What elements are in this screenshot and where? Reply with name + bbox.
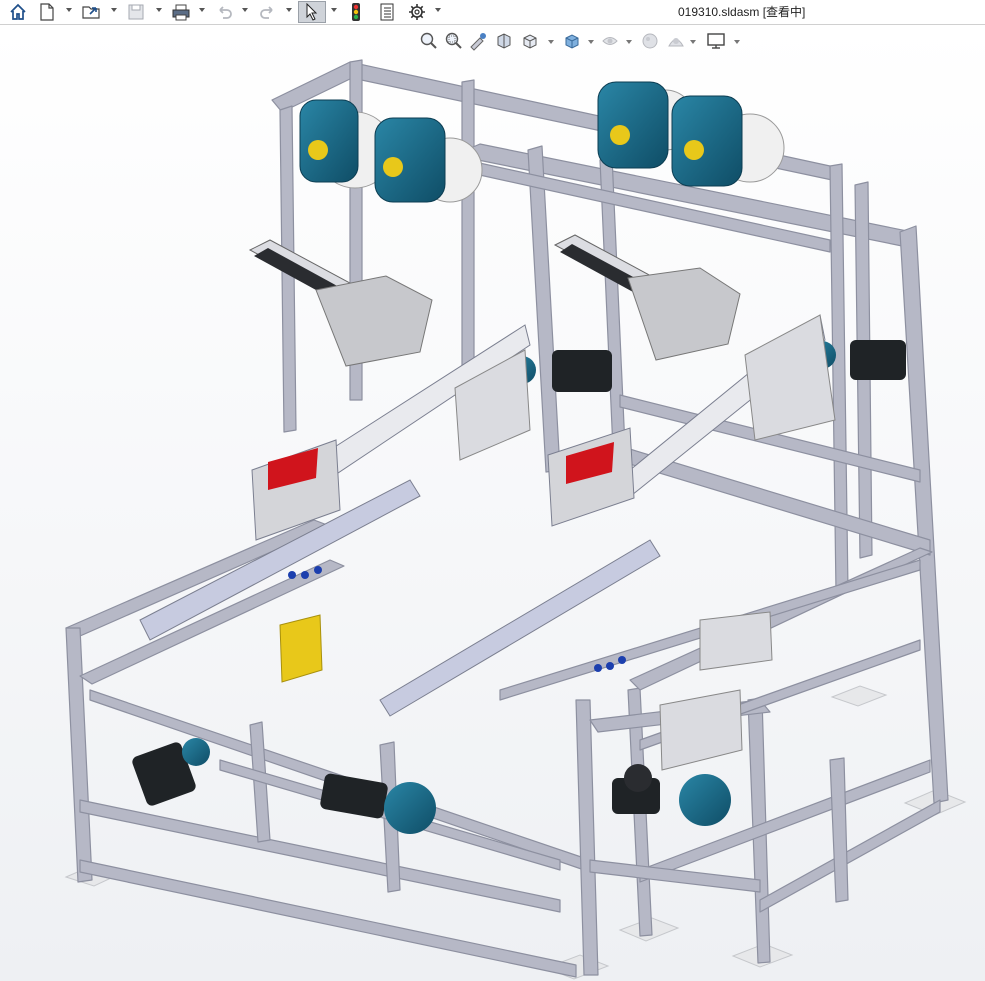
view-orientation-dropdown[interactable]	[548, 40, 554, 44]
scene-icon	[668, 38, 684, 47]
redo-dropdown-arrow[interactable]	[286, 8, 292, 12]
view-orientation-button[interactable]	[520, 31, 540, 51]
gear-icon	[409, 4, 425, 20]
yellow-component	[279, 614, 323, 683]
options-button[interactable]	[406, 1, 428, 23]
hide-show-dropdown[interactable]	[626, 40, 632, 44]
previous-view-button[interactable]	[468, 31, 488, 51]
view-settings-button[interactable]	[706, 31, 726, 51]
print-dropdown-arrow[interactable]	[199, 8, 205, 12]
select-dropdown-arrow[interactable]	[331, 8, 337, 12]
apply-scene-button[interactable]	[666, 31, 686, 51]
rebuild-button[interactable]	[346, 1, 366, 23]
redo-button[interactable]	[256, 1, 280, 23]
zoom-to-fit-button[interactable]	[418, 31, 438, 51]
undo-dropdown-arrow[interactable]	[242, 8, 248, 12]
title-bar: 019310.sldasm [查看中]	[0, 0, 985, 25]
save-dropdown-arrow[interactable]	[156, 8, 162, 12]
select-cursor-icon	[306, 3, 318, 21]
monitor-icon	[707, 33, 725, 49]
undo-icon	[219, 6, 232, 19]
save-button[interactable]	[124, 1, 148, 23]
window-title: 019310.sldasm [查看中]	[678, 5, 806, 19]
redo-icon	[260, 6, 273, 19]
undo-button[interactable]	[212, 1, 236, 23]
home-button[interactable]	[6, 1, 30, 23]
home-icon	[10, 3, 26, 20]
traffic-light-icon	[352, 3, 360, 21]
zoom-to-area-button[interactable]	[443, 31, 463, 51]
edit-appearance-button[interactable]	[640, 31, 660, 51]
section-view-button[interactable]	[494, 31, 514, 51]
print-button[interactable]	[168, 1, 194, 23]
display-style-button[interactable]	[562, 31, 582, 51]
print-icon	[172, 4, 190, 21]
open-button[interactable]	[80, 1, 104, 23]
zoom-area-icon	[445, 32, 462, 49]
open-folder-icon	[82, 6, 100, 19]
file-properties-icon	[380, 3, 394, 21]
view-orientation-icon	[523, 34, 537, 49]
view-settings-dropdown[interactable]	[734, 40, 740, 44]
save-icon	[128, 4, 144, 20]
graphics-area[interactable]	[0, 25, 985, 981]
display-style-icon	[565, 34, 579, 49]
new-dropdown-arrow[interactable]	[66, 8, 72, 12]
display-style-dropdown[interactable]	[588, 40, 594, 44]
apply-scene-dropdown[interactable]	[690, 40, 696, 44]
appearance-icon	[642, 33, 658, 49]
frame-structure	[65, 59, 949, 978]
assembly-model[interactable]	[0, 25, 985, 981]
previous-view-icon	[470, 33, 486, 51]
file-properties-button[interactable]	[376, 1, 398, 23]
options-dropdown-arrow[interactable]	[435, 8, 441, 12]
select-button[interactable]	[298, 1, 326, 23]
hide-show-items-button[interactable]	[600, 31, 620, 51]
new-document-button[interactable]	[36, 1, 58, 23]
new-document-icon	[40, 3, 54, 21]
open-dropdown-arrow[interactable]	[111, 8, 117, 12]
gear-motor-4	[671, 95, 785, 187]
hide-show-icon	[602, 37, 618, 45]
section-view-icon	[497, 33, 511, 49]
zoom-fit-icon	[420, 32, 437, 49]
